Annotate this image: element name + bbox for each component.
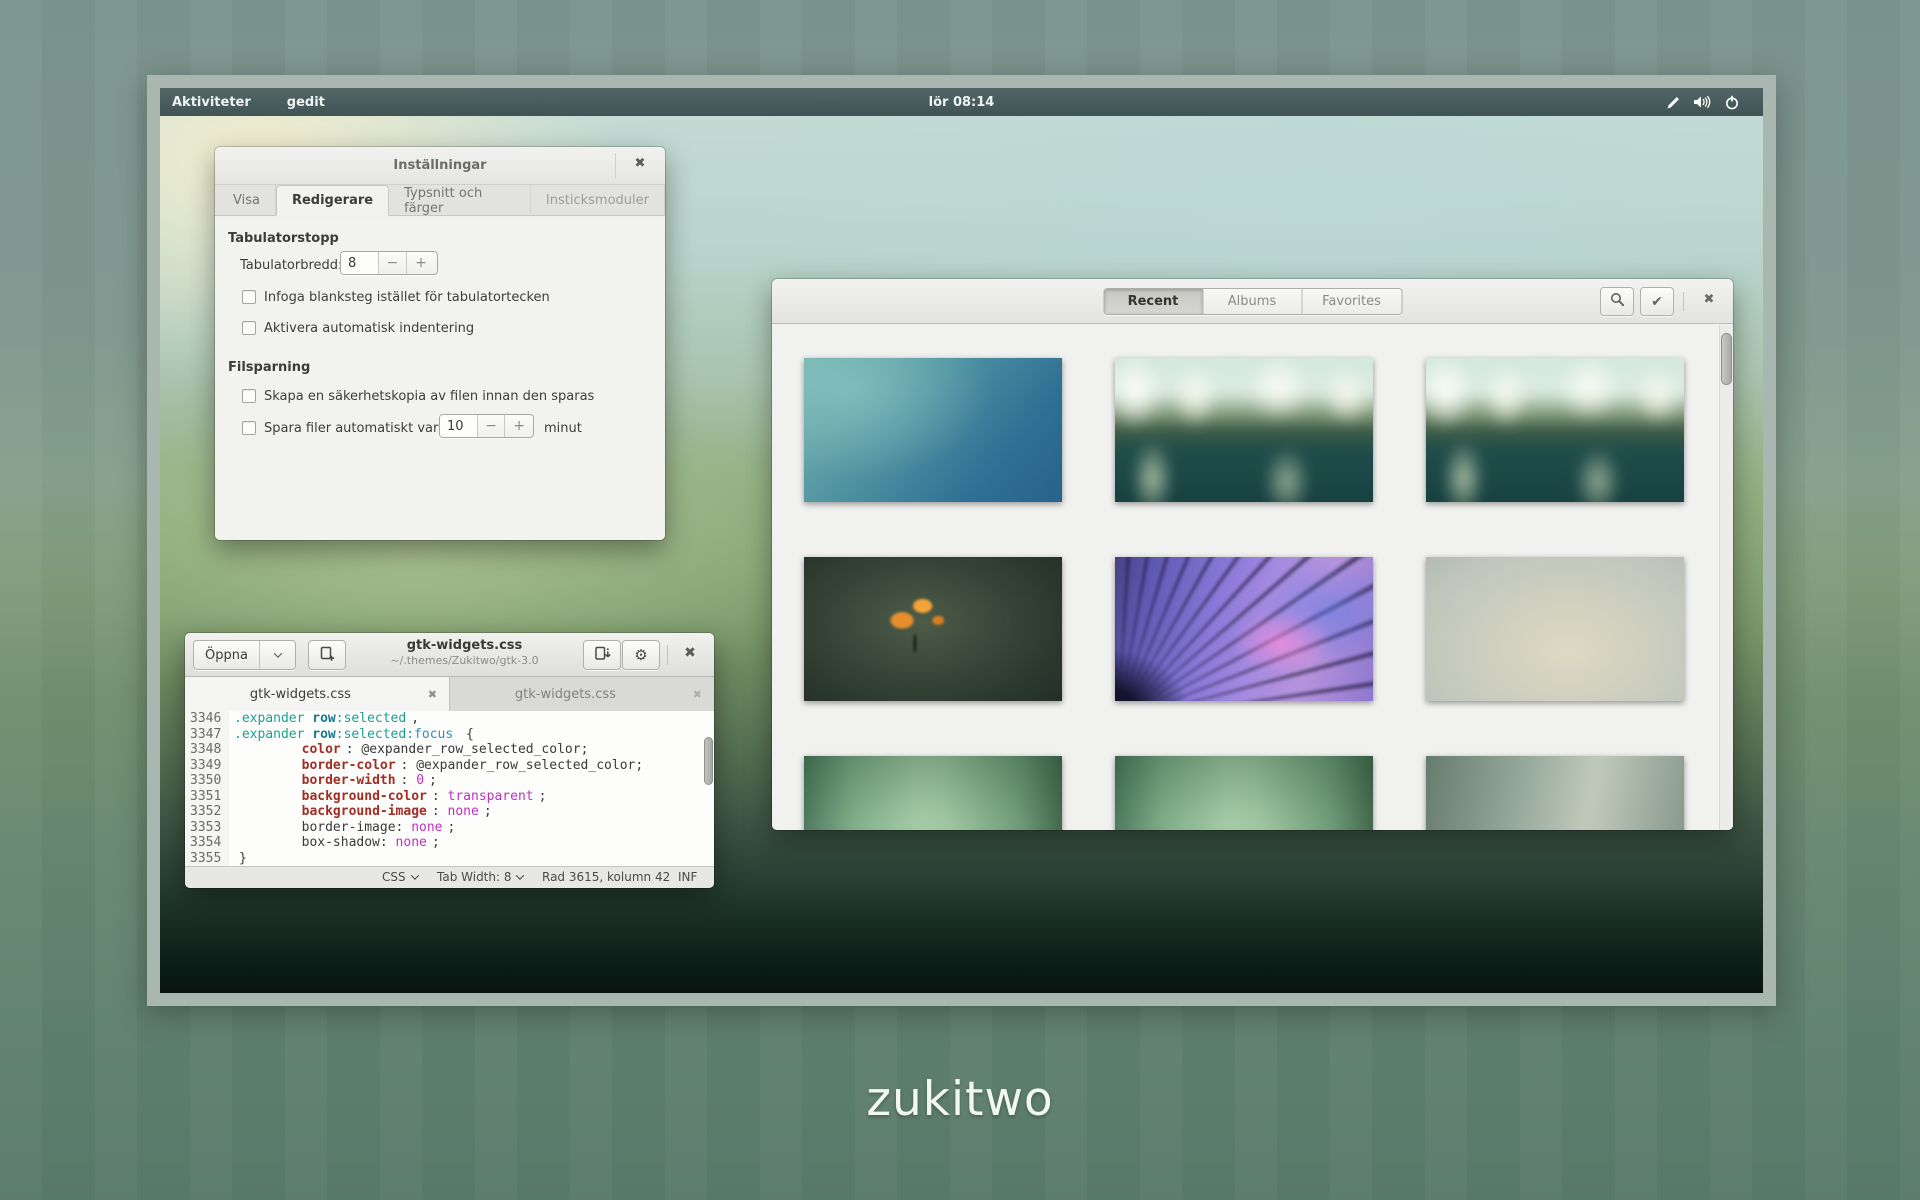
photos-view-switcher: Recent Albums Favorites	[1103, 288, 1402, 315]
tab-width-selector[interactable]: Tab Width: 8	[437, 870, 523, 884]
search-button[interactable]	[1600, 287, 1634, 316]
tab-label: gtk-widgets.css	[450, 687, 681, 702]
document-title-block: gtk-widgets.css ~/.themes/Zukitwo/gtk-3.…	[355, 638, 574, 667]
open-button[interactable]: Öppna	[193, 640, 296, 670]
checkbox-backup-label: Skapa en säkerhetskopia av filen innan d…	[264, 389, 594, 404]
chevron-down-icon[interactable]	[259, 641, 295, 669]
photo-thumbnail-8[interactable]	[1115, 756, 1373, 830]
preferences-tabs: Visa Redigerare Typsnitt och färger Inst…	[215, 185, 665, 216]
tab-label: gtk-widgets.css	[185, 687, 416, 702]
checkbox-autosave-label: Spara filer automatiskt var	[264, 421, 438, 436]
tab-width-label: Tabulatorbredd:	[240, 258, 342, 273]
preferences-content: Tabulatorstopp Tabulatorbredd: 8 − + Inf…	[215, 217, 665, 540]
check-icon: ✔	[1651, 294, 1663, 310]
photo-thumbnail-9[interactable]	[1426, 756, 1684, 830]
gedit-window: Öppna gtk-widgets.css ~/.themes/Zukitwo/…	[185, 633, 714, 888]
photo-grid	[772, 324, 1733, 830]
code-editor[interactable]: 3346.expander row:selected,3347.expander…	[185, 711, 714, 866]
open-button-label: Öppna	[194, 648, 259, 663]
photos-window: Recent Albums Favorites ✔ ✖	[772, 279, 1733, 830]
autosave-value[interactable]: 10	[440, 415, 478, 437]
photo-thumbnail-1[interactable]	[804, 358, 1062, 502]
chevron-down-icon	[516, 871, 524, 879]
photo-thumbnail-3[interactable]	[1426, 358, 1684, 502]
tab-width-spinner: 8 − +	[340, 251, 438, 275]
top-panel: Aktiviteter gedit lör 08:14	[160, 88, 1763, 116]
close-button[interactable]: ✖	[1696, 292, 1722, 307]
checkbox-auto-indent-label: Aktivera automatisk indentering	[264, 321, 474, 336]
close-button[interactable]: ✖	[677, 645, 703, 661]
document-path: ~/.themes/Zukitwo/gtk-3.0	[355, 654, 574, 667]
photo-thumbnail-7[interactable]	[804, 756, 1062, 830]
scrollbar-handle[interactable]	[704, 737, 713, 785]
gear-icon: ⚙	[634, 646, 647, 664]
volume-icon[interactable]	[1694, 95, 1712, 109]
tab-recent[interactable]: Recent	[1104, 289, 1203, 314]
select-button[interactable]: ✔	[1640, 287, 1674, 316]
document-title: gtk-widgets.css	[355, 638, 574, 653]
autosave-spinner: 10 − +	[439, 414, 534, 438]
tab-close-icon[interactable]: ✖	[681, 688, 714, 701]
tab-insticksmoduler[interactable]: Insticksmoduler	[531, 185, 665, 216]
autosave-suffix-label: minut	[544, 421, 582, 436]
tab-albums[interactable]: Albums	[1203, 289, 1302, 314]
input-mode: INF	[678, 870, 697, 884]
screenshot-frame: Aktiviteter gedit lör 08:14 Recent Album…	[147, 75, 1776, 1006]
photo-thumbnail-6[interactable]	[1426, 557, 1684, 701]
tab-visa[interactable]: Visa	[218, 185, 276, 216]
section-heading-filesaving: Filsparning	[228, 360, 310, 375]
preferences-dialog: Inställningar ✖ Visa Redigerare Typsnitt…	[215, 147, 665, 540]
scrollbar-track[interactable]	[1719, 325, 1733, 830]
panel-app-menu[interactable]: gedit	[281, 95, 331, 110]
save-document-icon	[593, 645, 612, 666]
chevron-down-icon	[410, 871, 418, 879]
tab-close-icon[interactable]: ✖	[416, 688, 449, 701]
photo-thumbnail-4[interactable]	[804, 557, 1062, 701]
titlebar-divider	[615, 153, 616, 178]
photos-headerbar: Recent Albums Favorites ✔ ✖	[772, 279, 1733, 324]
scrollbar-handle[interactable]	[1721, 333, 1732, 385]
plus-button[interactable]: +	[407, 252, 435, 274]
checkbox-insert-spaces[interactable]	[242, 290, 256, 304]
tab-typsnitt[interactable]: Typsnitt och färger	[389, 185, 531, 216]
save-document-button[interactable]	[583, 640, 621, 670]
power-icon[interactable]	[1725, 95, 1739, 110]
panel-clock[interactable]: lör 08:14	[929, 95, 995, 110]
photo-thumbnail-5[interactable]	[1115, 557, 1373, 701]
photo-thumbnail-2[interactable]	[1115, 358, 1373, 502]
header-divider	[667, 645, 668, 665]
language-selector[interactable]: CSS	[382, 870, 418, 884]
gedit-headerbar: Öppna gtk-widgets.css ~/.themes/Zukitwo/…	[185, 633, 714, 677]
new-document-icon	[319, 645, 336, 666]
cursor-position: Rad 3615, kolumn 42	[542, 870, 670, 884]
checkbox-backup[interactable]	[242, 389, 256, 403]
new-document-button[interactable]	[308, 640, 346, 670]
minus-button[interactable]: −	[478, 415, 506, 437]
panel-activities[interactable]: Aktiviteter	[166, 95, 257, 110]
search-icon	[1610, 292, 1625, 311]
dialog-title: Inställningar	[215, 158, 665, 173]
checkbox-autosave[interactable]	[242, 421, 256, 435]
menu-button[interactable]: ⚙	[622, 640, 660, 670]
document-tabs: gtk-widgets.css ✖ gtk-widgets.css ✖	[185, 677, 714, 711]
header-divider	[1683, 292, 1684, 311]
checkbox-insert-spaces-label: Infoga blanksteg istället för tabulatort…	[264, 290, 550, 305]
tab-width-value[interactable]: 8	[341, 252, 379, 274]
minus-button[interactable]: −	[379, 252, 407, 274]
close-button[interactable]: ✖	[627, 156, 653, 176]
tab-document-1[interactable]: gtk-widgets.css ✖	[185, 677, 450, 711]
tab-favorites[interactable]: Favorites	[1302, 289, 1401, 314]
section-heading-tabstops: Tabulatorstopp	[228, 231, 339, 246]
plus-button[interactable]: +	[505, 415, 533, 437]
tablet-pen-icon[interactable]	[1666, 95, 1681, 110]
desktop-wallpaper: Aktiviteter gedit lör 08:14 Recent Album…	[160, 88, 1763, 993]
statusbar: CSS Tab Width: 8 Rad 3615, kolumn 42 INF	[185, 866, 714, 888]
dialog-titlebar: Inställningar ✖	[215, 147, 665, 185]
tab-document-2[interactable]: gtk-widgets.css ✖	[450, 677, 714, 711]
backdrop: Aktiviteter gedit lör 08:14 Recent Album…	[0, 0, 1920, 1200]
tab-redigerare[interactable]: Redigerare	[276, 185, 389, 216]
theme-name-watermark: zukitwo	[0, 1072, 1920, 1127]
checkbox-auto-indent[interactable]	[242, 321, 256, 335]
